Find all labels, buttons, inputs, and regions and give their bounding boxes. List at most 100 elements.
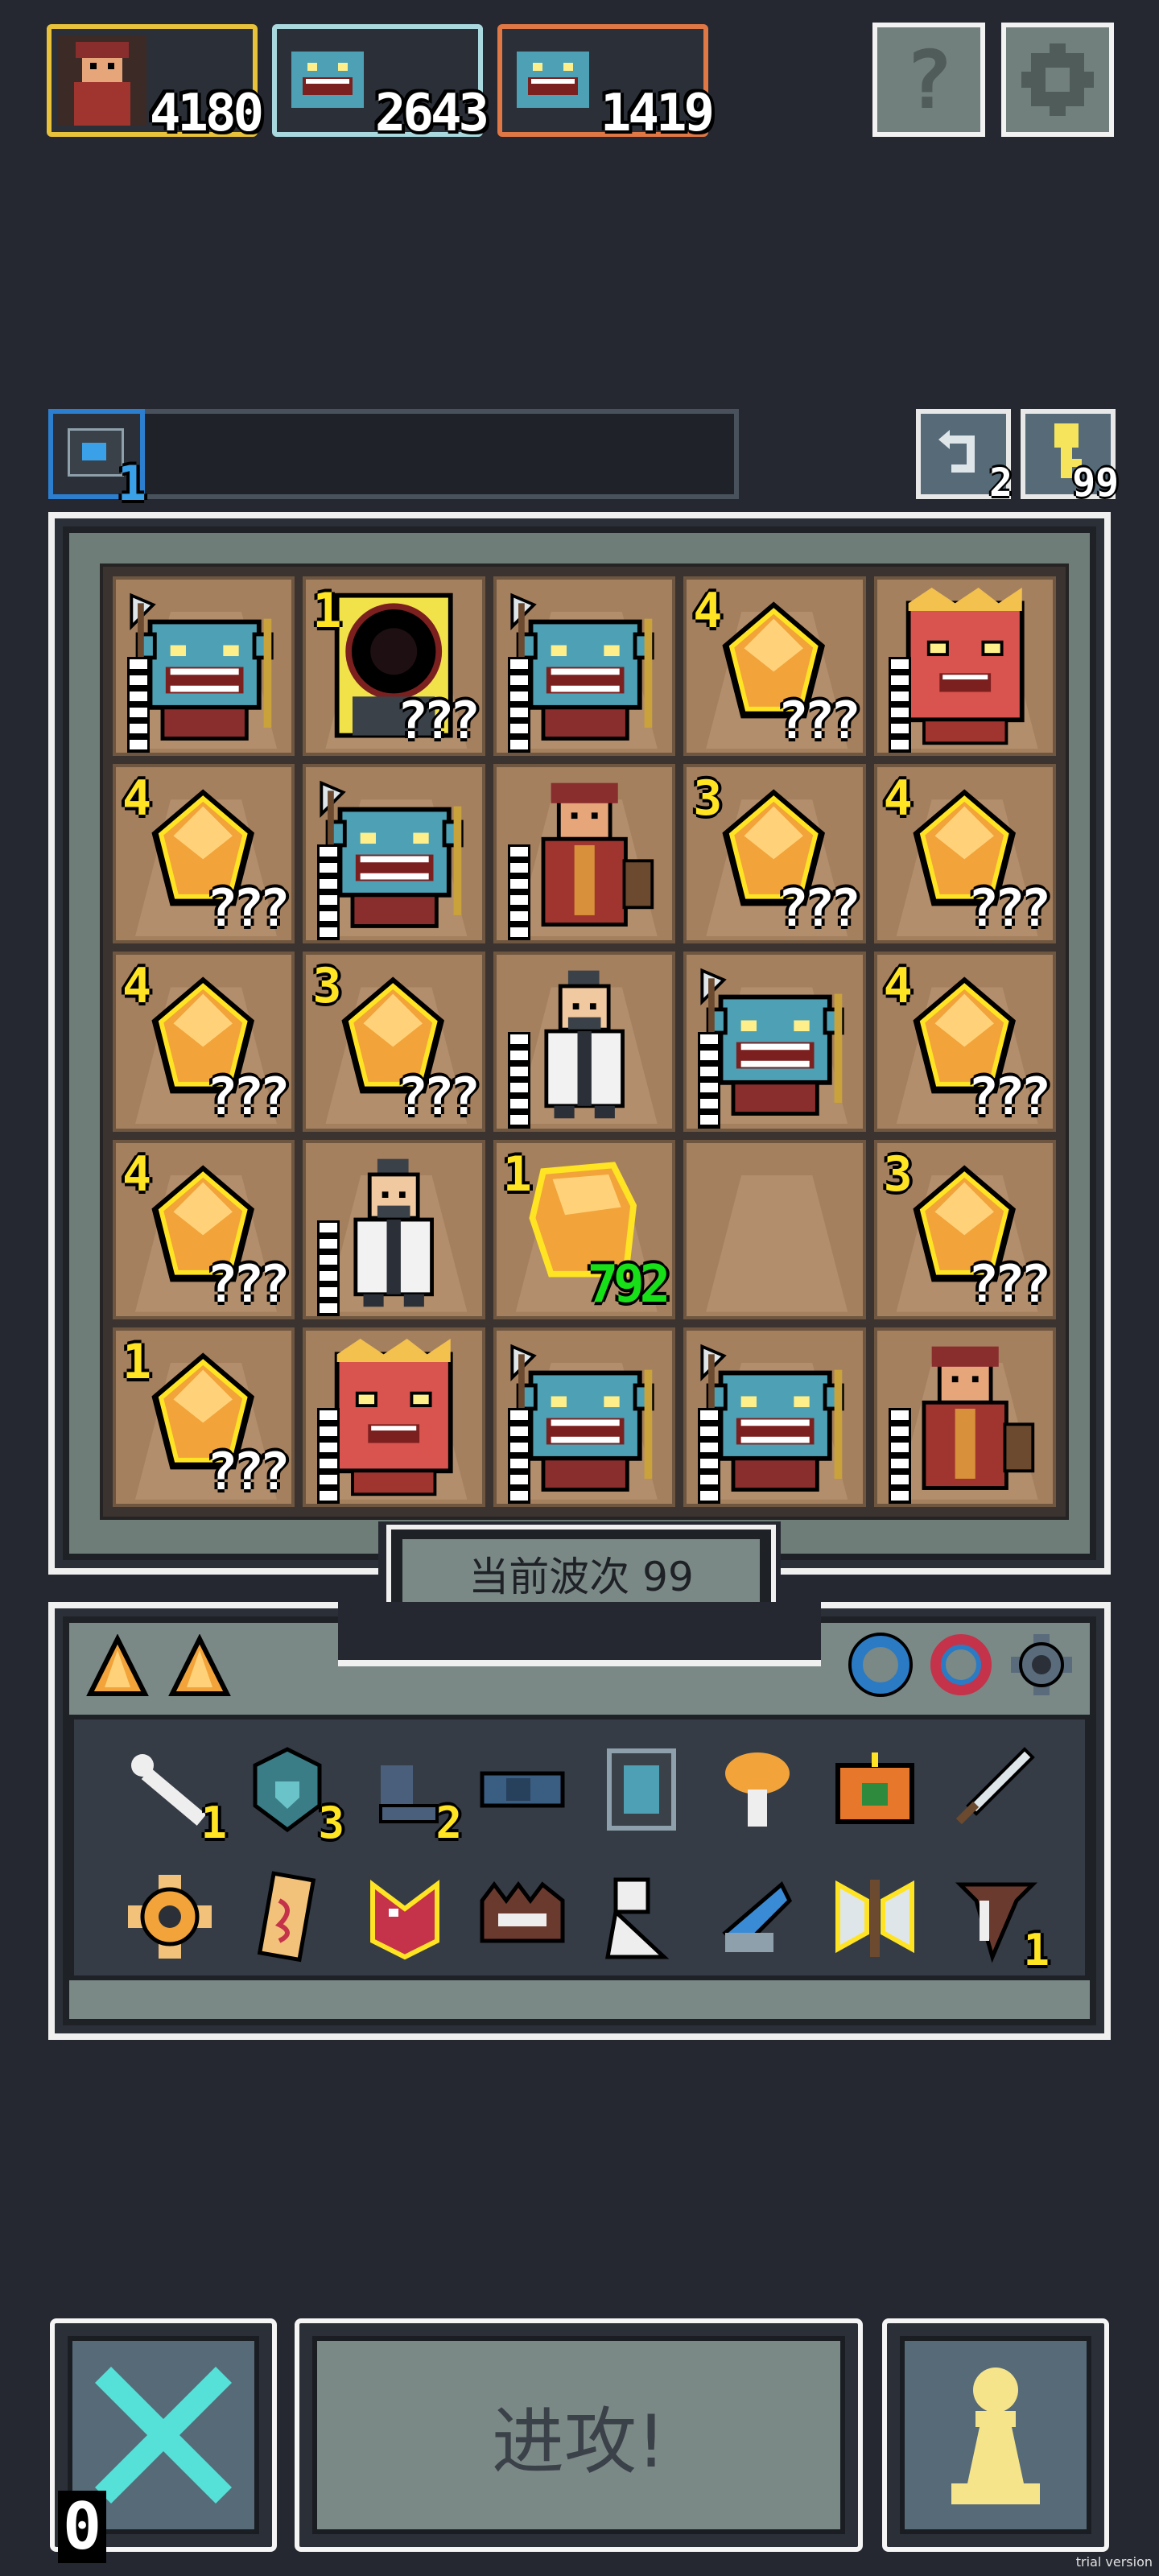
inventory-slot[interactable]: 3	[235, 1737, 344, 1848]
gear-ring-icon[interactable]	[1008, 1631, 1075, 1699]
inventory-slot[interactable]	[705, 1864, 810, 1969]
cancel-button[interactable]: 0	[50, 2318, 277, 2563]
board-cell-crystal[interactable]: 3???	[303, 952, 485, 1132]
wave-progress-bar	[48, 409, 739, 499]
sword-icon	[955, 1747, 1035, 1825]
squad-score: 4180	[149, 84, 264, 143]
inventory-tab-1[interactable]	[85, 1633, 150, 1699]
board-cell-lion[interactable]	[303, 1327, 485, 1507]
board-cell-troll[interactable]	[683, 952, 866, 1132]
squad-card-1[interactable]: 4180	[47, 24, 264, 143]
squad-card-2[interactable]: 2643	[272, 24, 489, 143]
inventory-slot[interactable]	[823, 1737, 927, 1842]
gear-icon	[1021, 43, 1094, 116]
board-cell-monk[interactable]	[303, 1139, 485, 1319]
attack-button[interactable]: 进攻!	[295, 2318, 863, 2552]
board-cell-troll[interactable]	[493, 576, 676, 757]
frame-icon	[835, 1752, 914, 1824]
inventory-slot[interactable]	[470, 1864, 575, 1969]
squad-card-3[interactable]: 1419	[497, 24, 715, 143]
settings-button[interactable]	[1001, 23, 1114, 137]
pawn-icon	[951, 2368, 1040, 2504]
board-cell-troll[interactable]	[493, 1327, 676, 1507]
item-count: 2	[435, 1798, 462, 1848]
undo-button[interactable]: 2	[916, 409, 1013, 506]
pipe-icon	[480, 1771, 565, 1808]
hp-ticks	[888, 657, 911, 753]
mushroom-icon	[725, 1752, 790, 1827]
cell-tag: ???	[206, 1254, 291, 1315]
inventory-slot[interactable]	[940, 1737, 1045, 1842]
crystal-tab-icon	[86, 1633, 149, 1696]
board-cell-crystal[interactable]: 4???	[873, 764, 1056, 944]
board-cell-crystal[interactable]: 4???	[113, 764, 295, 944]
board-cell-troll[interactable]	[683, 1327, 866, 1507]
inventory-slot[interactable]: 1	[118, 1737, 227, 1848]
board-cell-warrior[interactable]	[873, 1327, 1056, 1507]
board-cell-monk[interactable]	[493, 952, 676, 1132]
cell-level: 1	[502, 1146, 532, 1203]
inventory-tab-notch	[338, 1602, 821, 1666]
undo-count: 2	[989, 460, 1013, 506]
board-cell-crystal[interactable]: 4???	[873, 952, 1056, 1132]
cell-level: 4	[693, 583, 723, 639]
cell-level: 4	[122, 1146, 152, 1203]
inventory-tab-2[interactable]	[167, 1633, 232, 1699]
inventory-slot[interactable]: 1	[940, 1864, 1050, 1975]
close-icon	[95, 2367, 232, 2504]
squad-score: 2643	[374, 84, 489, 143]
hp-ticks	[507, 657, 530, 753]
undo-icon	[938, 430, 975, 473]
board-cell-troll[interactable]	[303, 764, 485, 944]
cell-level: 4	[122, 958, 152, 1015]
board-cell-portal[interactable]: 1???	[303, 576, 485, 757]
hp-ticks	[507, 1407, 530, 1504]
pawn-button[interactable]	[882, 2318, 1109, 2552]
board-cell-crystal[interactable]: 4???	[683, 576, 866, 757]
hp-ticks	[317, 1407, 340, 1504]
crystal-tab-icon	[168, 1633, 231, 1696]
hp-ticks	[127, 657, 150, 753]
board-cell-gold[interactable]: 1 792	[493, 1139, 676, 1319]
red-ring-icon[interactable]	[927, 1631, 995, 1699]
scroll-icon	[257, 1871, 316, 1963]
help-button[interactable]: ?	[872, 23, 985, 137]
board-cell-troll[interactable]	[113, 576, 295, 757]
help-icon: ?	[904, 32, 954, 127]
inventory-slot[interactable]	[470, 1737, 575, 1842]
blue-ring-icon[interactable]	[847, 1631, 914, 1699]
cell-ghost	[706, 1174, 848, 1312]
hp-ticks	[317, 1220, 340, 1316]
board-cell-crystal[interactable]: 4???	[113, 952, 295, 1132]
hp-ticks	[698, 1407, 721, 1504]
attack-label: 进攻!	[491, 2400, 666, 2484]
board-cell-crystal[interactable]: 3???	[683, 764, 866, 944]
inventory-slot[interactable]: 2	[353, 1737, 462, 1848]
mirror-icon	[607, 1748, 676, 1831]
board-cell-crystal[interactable]: 1???	[113, 1327, 295, 1507]
key-button[interactable]: 99	[1021, 409, 1119, 506]
key-count: 99	[1072, 460, 1119, 506]
inventory-slot[interactable]	[588, 1737, 692, 1842]
inventory-slot[interactable]	[588, 1864, 692, 1969]
inventory-slot[interactable]	[353, 1864, 457, 1969]
inventory-slot[interactable]	[823, 1864, 927, 1969]
board-cell-crystal[interactable]: 4???	[113, 1139, 295, 1319]
board-cell-empty[interactable]	[683, 1139, 866, 1319]
cell-tag: ???	[777, 879, 861, 939]
hp-ticks	[317, 844, 340, 941]
board-cell-warrior[interactable]	[493, 764, 676, 944]
item-count: 1	[1023, 1925, 1050, 1975]
board-cell-lion[interactable]	[873, 576, 1056, 757]
board-cell-crystal[interactable]: 3???	[873, 1139, 1056, 1319]
troll-portrait-icon	[509, 35, 597, 126]
wave-badge[interactable]: 1	[48, 409, 146, 512]
inventory-slot[interactable]	[235, 1864, 340, 1969]
cell-tag: ???	[967, 1254, 1051, 1315]
inventory-slot[interactable]	[705, 1737, 810, 1842]
cell-level: 4	[883, 958, 913, 1015]
inventory-slot[interactable]	[118, 1864, 222, 1969]
cell-tag: ???	[206, 1442, 291, 1502]
cell-tag: ???	[397, 1067, 481, 1127]
wave-label: 当前波次 99	[468, 1554, 694, 1600]
